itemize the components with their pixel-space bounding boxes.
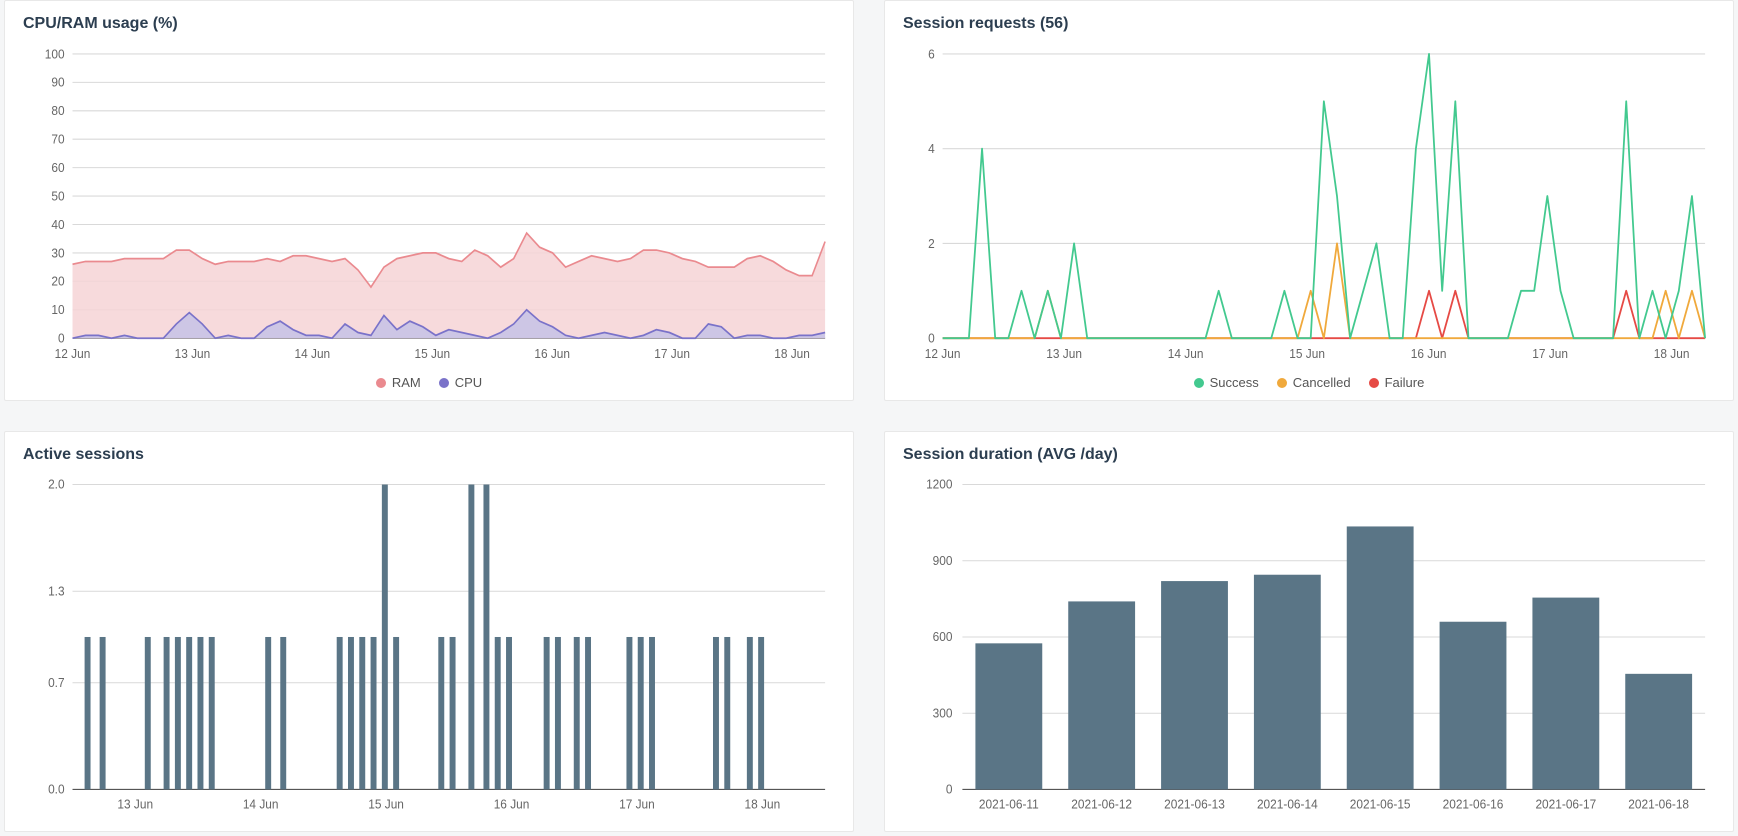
svg-text:0.0: 0.0	[48, 782, 65, 796]
svg-text:20: 20	[51, 274, 64, 289]
svg-text:0.7: 0.7	[48, 676, 65, 690]
svg-text:17 Jun: 17 Jun	[654, 346, 690, 361]
svg-text:12 Jun: 12 Jun	[55, 346, 91, 361]
svg-text:100: 100	[45, 47, 65, 62]
svg-text:90: 90	[51, 75, 64, 90]
card-title: Session requests (56)	[903, 15, 1715, 33]
svg-text:600: 600	[933, 630, 953, 644]
svg-text:2021-06-18: 2021-06-18	[1628, 797, 1689, 811]
svg-text:18 Jun: 18 Jun	[774, 346, 810, 361]
svg-text:2021-06-14: 2021-06-14	[1257, 797, 1318, 811]
svg-text:17 Jun: 17 Jun	[619, 797, 655, 811]
legend-item-cancelled[interactable]: Cancelled	[1277, 375, 1351, 390]
svg-text:17 Jun: 17 Jun	[1532, 346, 1568, 361]
card-session-duration: Session duration (AVG /day) 0 300 600 900 12…	[884, 431, 1734, 832]
svg-text:2: 2	[928, 236, 935, 251]
svg-text:30: 30	[51, 246, 64, 261]
svg-text:15 Jun: 15 Jun	[368, 797, 404, 811]
svg-text:4: 4	[928, 142, 935, 157]
svg-text:18 Jun: 18 Jun	[745, 797, 781, 811]
card-cpu-ram: CPU/RAM usage (%) 0 10 20 30 40 50 60 70 80 90 100…	[4, 0, 854, 401]
svg-text:40: 40	[51, 217, 64, 232]
svg-text:1.3: 1.3	[48, 584, 65, 598]
svg-text:2021-06-15: 2021-06-15	[1350, 797, 1411, 811]
card-title: Active sessions	[23, 446, 835, 464]
svg-text:0: 0	[58, 331, 65, 346]
card-active-sessions: Active sessions 0.0 0.7 1.3 2.0 13 Jun 14 Jun…	[4, 431, 854, 832]
svg-text:12 Jun: 12 Jun	[925, 346, 961, 361]
svg-text:0: 0	[946, 782, 953, 796]
svg-text:2021-06-11: 2021-06-11	[979, 797, 1039, 811]
svg-text:2021-06-13: 2021-06-13	[1164, 797, 1225, 811]
chart-session-duration[interactable]: 0 300 600 900 1200 2021-06-11 2021-06-12 2021-0…	[903, 474, 1715, 821]
chart-active-sessions[interactable]: 0.0 0.7 1.3 2.0 13 Jun 14 Jun 15 Jun 16 Jun 17 J…	[23, 474, 835, 821]
svg-text:16 Jun: 16 Jun	[494, 797, 530, 811]
svg-text:14 Jun: 14 Jun	[295, 346, 331, 361]
legend-cpu-ram: RAM CPU	[23, 371, 835, 390]
svg-text:2.0: 2.0	[48, 477, 65, 491]
card-title: CPU/RAM usage (%)	[23, 15, 835, 33]
svg-text:2021-06-12: 2021-06-12	[1071, 797, 1132, 811]
svg-text:13 Jun: 13 Jun	[175, 346, 211, 361]
svg-text:300: 300	[933, 706, 953, 720]
legend-item-failure[interactable]: Failure	[1369, 375, 1425, 390]
svg-text:13 Jun: 13 Jun	[117, 797, 153, 811]
svg-text:900: 900	[933, 554, 953, 568]
card-title: Session duration (AVG /day)	[903, 446, 1715, 464]
svg-text:60: 60	[51, 160, 64, 175]
legend-item-success[interactable]: Success	[1194, 375, 1259, 390]
svg-text:14 Jun: 14 Jun	[243, 797, 279, 811]
legend-item-ram[interactable]: RAM	[376, 375, 421, 390]
svg-text:2021-06-16: 2021-06-16	[1443, 797, 1504, 811]
svg-text:10: 10	[51, 303, 64, 318]
svg-text:16 Jun: 16 Jun	[534, 346, 570, 361]
svg-text:2021-06-17: 2021-06-17	[1535, 797, 1596, 811]
svg-text:0: 0	[928, 331, 935, 346]
svg-text:14 Jun: 14 Jun	[1168, 346, 1204, 361]
svg-text:70: 70	[51, 132, 64, 147]
dashboard-grid: CPU/RAM usage (%) 0102030405060708090100…	[0, 0, 1738, 836]
svg-text:15 Jun: 15 Jun	[414, 346, 450, 361]
legend-requests: Success Cancelled Failure	[903, 371, 1715, 390]
svg-text:15 Jun: 15 Jun	[1289, 346, 1325, 361]
chart-session-requests[interactable]: 0 2 4 6 12 Jun 13 Jun 14 Jun 15 Jun 16 Jun 17 Jun…	[903, 43, 1715, 371]
svg-text:18 Jun: 18 Jun	[1654, 346, 1690, 361]
svg-text:1200: 1200	[926, 477, 953, 491]
svg-text:16 Jun: 16 Jun	[1411, 346, 1447, 361]
svg-text:50: 50	[51, 189, 64, 204]
chart-cpu-ram[interactable]: 0 10 20 30 40 50 60 70 80 90 100 12 Jun 13 Jun 14 Jun…	[23, 43, 835, 371]
legend-item-cpu[interactable]: CPU	[439, 375, 482, 390]
svg-text:13 Jun: 13 Jun	[1046, 346, 1082, 361]
svg-text:6: 6	[928, 47, 935, 62]
card-session-requests: Session requests (56) 0 2 4 6 12 Jun 13 Jun 14…	[884, 0, 1734, 401]
svg-text:80: 80	[51, 104, 64, 119]
